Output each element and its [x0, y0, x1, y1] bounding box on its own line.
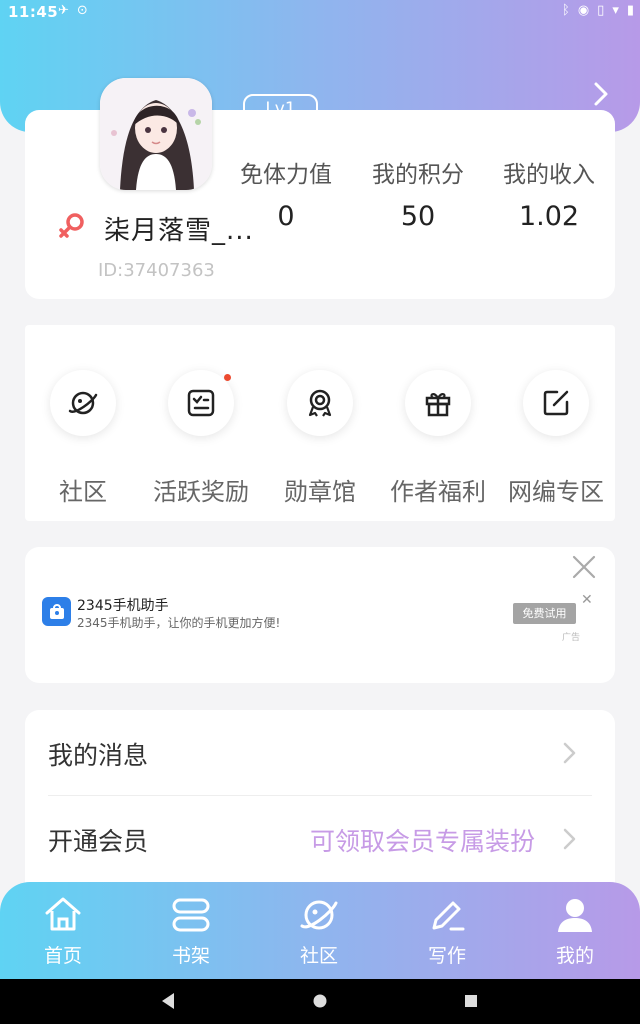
stat-label: 我的收入 — [503, 162, 595, 188]
stat-label: 我的积分 — [372, 162, 464, 188]
tab-label: 书架 — [171, 945, 210, 967]
notification-dot — [224, 374, 231, 381]
app-store-icon — [42, 597, 71, 626]
checklist-icon — [187, 389, 215, 417]
planet-icon — [300, 900, 338, 930]
quick-action-circle — [287, 370, 353, 436]
menu-item-membership[interactable]: 开通会员 可领取会员专属装扮 — [25, 796, 615, 882]
notification-icon: ✈ — [58, 3, 69, 18]
tab-label: 社区 — [299, 945, 338, 967]
ad-close-small-icon[interactable]: ✕ — [581, 592, 593, 608]
location-pin-icon: ⊙ — [76, 3, 88, 18]
menu-item-extra: 可领取会员专属装扮 — [309, 827, 535, 856]
location-icon: ◉ — [577, 3, 590, 18]
tab-mine[interactable]: 我的 — [525, 895, 625, 968]
quick-action-circle — [50, 370, 116, 436]
medal-icon — [308, 389, 332, 417]
back-icon[interactable] — [160, 991, 176, 1011]
quick-action-circle — [405, 370, 471, 436]
edit-square-icon — [543, 390, 569, 416]
quick-action-label: 社区 — [59, 478, 107, 506]
avatar-illustration — [100, 78, 212, 190]
stat-income[interactable]: 我的收入 1.02 — [479, 155, 619, 232]
tab-write[interactable]: 写作 — [397, 895, 497, 968]
level-badge: Lv1 — [243, 94, 318, 124]
system-nav-bar — [0, 979, 640, 1024]
user-id: ID:37407363 — [98, 260, 215, 281]
recents-icon[interactable] — [463, 991, 479, 1011]
female-gender-icon — [59, 213, 84, 238]
stat-value: 0 — [277, 201, 295, 232]
quick-action-label: 网编专区 — [508, 478, 604, 506]
bluetooth-icon: ᛒ — [562, 3, 570, 18]
tab-bookshelf[interactable]: 书架 — [141, 895, 241, 968]
quick-action-circle — [168, 370, 234, 436]
chevron-right-icon — [563, 742, 576, 764]
avatar[interactable] — [100, 78, 212, 190]
quick-action-label: 作者福利 — [390, 478, 486, 506]
ad-description: 2345手机助手，让你的手机更加方便! — [77, 616, 281, 630]
status-left-icons: ✈ ⊙ — [58, 3, 88, 18]
bookshelf-icon — [172, 898, 210, 932]
stat-label: 免体力值 — [240, 162, 332, 188]
gift-icon — [425, 393, 451, 417]
planet-icon — [68, 391, 98, 415]
stat-value: 50 — [400, 201, 436, 232]
tab-community[interactable]: 社区 — [269, 895, 369, 968]
status-bar: 11:45 ✈ ⊙ ᛒ ◉ ▯ ▾ ▮ — [0, 0, 640, 24]
battery-icon: ▮ — [626, 3, 634, 18]
bag-icon — [49, 603, 64, 619]
ad-mark: 广告 — [562, 633, 581, 643]
quick-action-editor-zone[interactable]: 网编专区 — [494, 370, 618, 507]
stat-points[interactable]: 我的积分 50 — [348, 155, 488, 232]
ad-title: 2345手机助手 — [77, 598, 169, 614]
quick-action-author-welfare[interactable]: 作者福利 — [376, 370, 500, 507]
quick-action-label: 活跃奖励 — [153, 478, 249, 506]
quick-action-community[interactable]: 社区 — [21, 370, 145, 507]
tab-home[interactable]: 首页 — [13, 895, 113, 968]
user-icon — [558, 899, 592, 932]
quick-action-activity-rewards[interactable]: 活跃奖励 — [139, 370, 263, 507]
status-time: 11:45 — [8, 3, 59, 21]
ad-cta-button[interactable]: 免费试用 — [513, 603, 576, 624]
menu-item-messages[interactable]: 我的消息 — [25, 710, 615, 796]
home-button-icon[interactable] — [312, 991, 328, 1011]
quick-action-circle — [523, 370, 589, 436]
tab-label: 写作 — [427, 945, 466, 967]
close-icon[interactable] — [570, 553, 598, 581]
tab-label: 我的 — [555, 945, 594, 967]
stat-value: 1.02 — [518, 201, 580, 232]
pen-icon — [432, 901, 465, 931]
tab-label: 首页 — [43, 945, 82, 967]
menu-item-label: 开通会员 — [48, 827, 149, 856]
wifi-icon: ▾ — [612, 3, 619, 18]
vibrate-icon: ▯ — [597, 3, 605, 18]
quick-action-label: 勋章馆 — [284, 478, 356, 506]
home-icon — [45, 897, 81, 931]
profile-chevron-right-icon[interactable] — [590, 80, 612, 108]
stat-stamina[interactable]: 免体力值 0 — [216, 155, 356, 232]
quick-action-medal-hall[interactable]: 勋章馆 — [258, 370, 382, 507]
status-right-icons: ᛒ ◉ ▯ ▾ ▮ — [562, 3, 634, 18]
menu-item-label: 我的消息 — [48, 741, 149, 770]
chevron-right-icon — [563, 828, 576, 850]
